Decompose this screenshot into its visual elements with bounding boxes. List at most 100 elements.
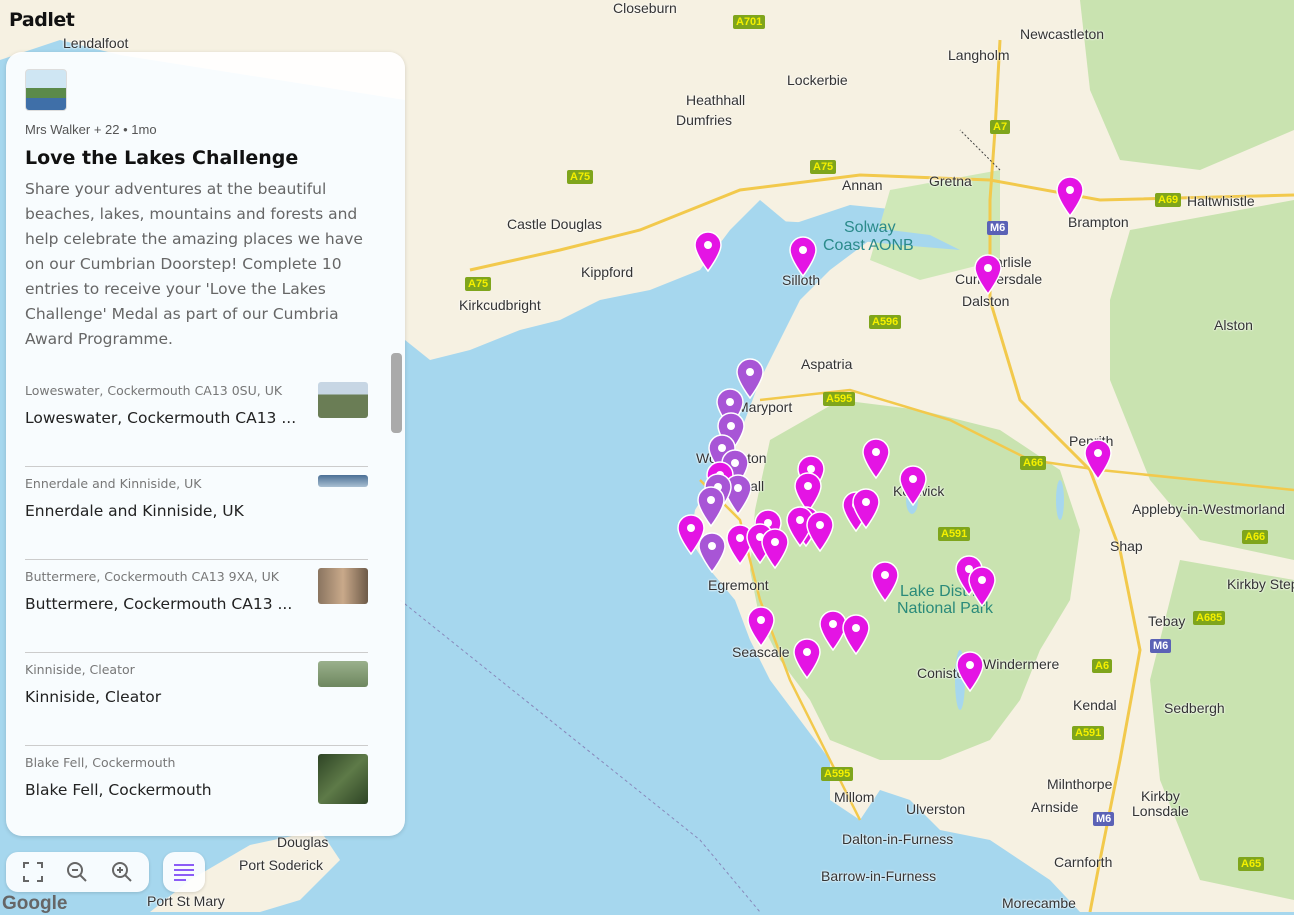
board-panel[interactable]: Mrs Walker + 22 • 1mo Love the Lakes Cha… [6,52,405,836]
map-label: Milnthorpe [1047,776,1113,792]
post-item[interactable]: Buttermere, Cockermouth CA13 9XA, UK But… [25,560,368,653]
map-pin[interactable] [973,253,1003,295]
road-marker: A701 [733,15,766,29]
map-label: Dalton-in-Furness [842,831,954,847]
board-description: Share your adventures at the beautiful b… [25,180,363,348]
post-item[interactable]: Ennerdale and Kinniside, UK Ennerdale an… [25,467,368,560]
post-item[interactable]: Blake Fell, Cockermouth Blake Fell, Cock… [25,746,368,836]
map-label: Dumfries [676,112,733,128]
road-marker: A591 [938,527,971,541]
road-marker: A595 [823,392,856,406]
list-icon [174,864,194,881]
board-meta: Mrs Walker + 22 • 1mo [25,122,157,137]
scrollbar-thumb[interactable] [391,353,402,433]
map-pin[interactable] [955,650,985,692]
post-title: Blake Fell, Cockermouth [25,781,212,799]
road-marker: M6 [987,221,1009,235]
road-marker: A591 [1072,726,1105,740]
map-pin[interactable] [805,510,835,552]
map-pin[interactable] [746,605,776,647]
road-marker: A75 [810,160,837,174]
map-pin[interactable] [1055,175,1085,217]
map-label: Closeburn [613,0,677,16]
post-thumbnail[interactable] [318,475,368,487]
map-label: Shap [1110,538,1143,554]
board-avatar[interactable] [25,69,67,111]
post-subtitle: Buttermere, Cockermouth CA13 9XA, UK [25,569,279,584]
map-label: Carnforth [1054,854,1113,870]
list-toggle-button[interactable] [163,852,205,892]
map-label: Haltwhistle [1187,193,1255,209]
map-label: Solway [844,219,896,236]
map-label: Langholm [948,47,1010,63]
padlet-logo[interactable]: Padlet [9,9,75,31]
road-marker: A685 [1193,611,1226,625]
road-marker: A75 [567,170,594,184]
map-pin[interactable] [967,565,997,607]
road-marker: A66 [1242,530,1269,544]
map-label: Kirkby [1141,788,1180,804]
map-pin[interactable] [1083,438,1113,480]
post-title: Buttermere, Cockermouth CA13 ... [25,595,293,613]
road-marker: A69 [1155,193,1182,207]
map-label: Aspatria [801,356,853,372]
road-marker: A6 [1092,659,1113,673]
post-item[interactable]: Kinniside, Cleator Kinniside, Cleator [25,653,368,746]
map-label: Lockerbie [787,72,848,88]
post-item[interactable]: Loweswater, Cockermouth CA13 0SU, UK Low… [25,374,368,467]
post-title: Kinniside, Cleator [25,688,162,706]
map-label: Castle Douglas [507,216,602,232]
map-pin[interactable] [870,560,900,602]
map-pin[interactable] [851,487,881,529]
board-title: Love the Lakes Challenge [25,147,299,169]
road-marker: A65 [1238,857,1265,871]
post-subtitle: Blake Fell, Cockermouth [25,755,176,770]
post-thumbnail[interactable] [318,568,368,604]
fullscreen-icon[interactable] [21,860,45,884]
post-subtitle: Loweswater, Cockermouth CA13 0SU, UK [25,383,283,398]
post-thumbnail[interactable] [318,661,368,687]
map-label: Douglas [277,834,329,850]
road-marker: A66 [1020,456,1047,470]
map-label: Lonsdale [1132,803,1189,819]
map-label: Millom [834,789,875,805]
map-label: Tebay [1148,613,1186,629]
map-label: Heathhall [686,92,746,108]
map-label: Gretna [929,173,972,189]
post-thumbnail[interactable] [318,382,368,418]
map-label: Annan [842,177,883,193]
map-label: Kendal [1073,697,1117,713]
post-title: Ennerdale and Kinniside, UK [25,502,244,520]
post-subtitle: Ennerdale and Kinniside, UK [25,476,202,491]
map-label: Alston [1214,317,1253,333]
map-label: Port Soderick [239,857,324,873]
map-pin[interactable] [693,230,723,272]
map-pin[interactable] [898,464,928,506]
map-label: Sedbergh [1164,700,1225,716]
map-label: Egremont [708,577,769,593]
road-marker: A596 [869,315,902,329]
map-label: Windermere [983,656,1060,672]
post-subtitle: Kinniside, Cleator [25,662,135,677]
map-label: Arnside [1031,799,1079,815]
map-pin[interactable] [792,637,822,679]
map-label: Port St Mary [147,893,225,909]
map-label: Ulverston [906,801,966,817]
map-label: Lendalfoot [63,35,129,51]
road-marker: M6 [1093,812,1115,826]
zoom-out-icon[interactable] [65,860,89,884]
road-marker: A75 [465,277,492,291]
map-pin[interactable] [861,437,891,479]
map-toolbar [6,852,149,892]
post-thumbnail[interactable] [318,754,368,804]
map-label: Kirkcudbright [459,297,541,313]
post-title: Loweswater, Cockermouth CA13 ... [25,409,297,427]
map-pin[interactable] [697,531,727,573]
map-pin[interactable] [841,613,871,655]
map-pin[interactable] [788,235,818,277]
map-label: Appleby-in-Westmorland [1132,501,1286,517]
map-label: Morecambe [1002,895,1076,911]
zoom-in-icon[interactable] [110,860,134,884]
map-label: Dalston [962,293,1010,309]
road-marker: M6 [1150,639,1172,653]
